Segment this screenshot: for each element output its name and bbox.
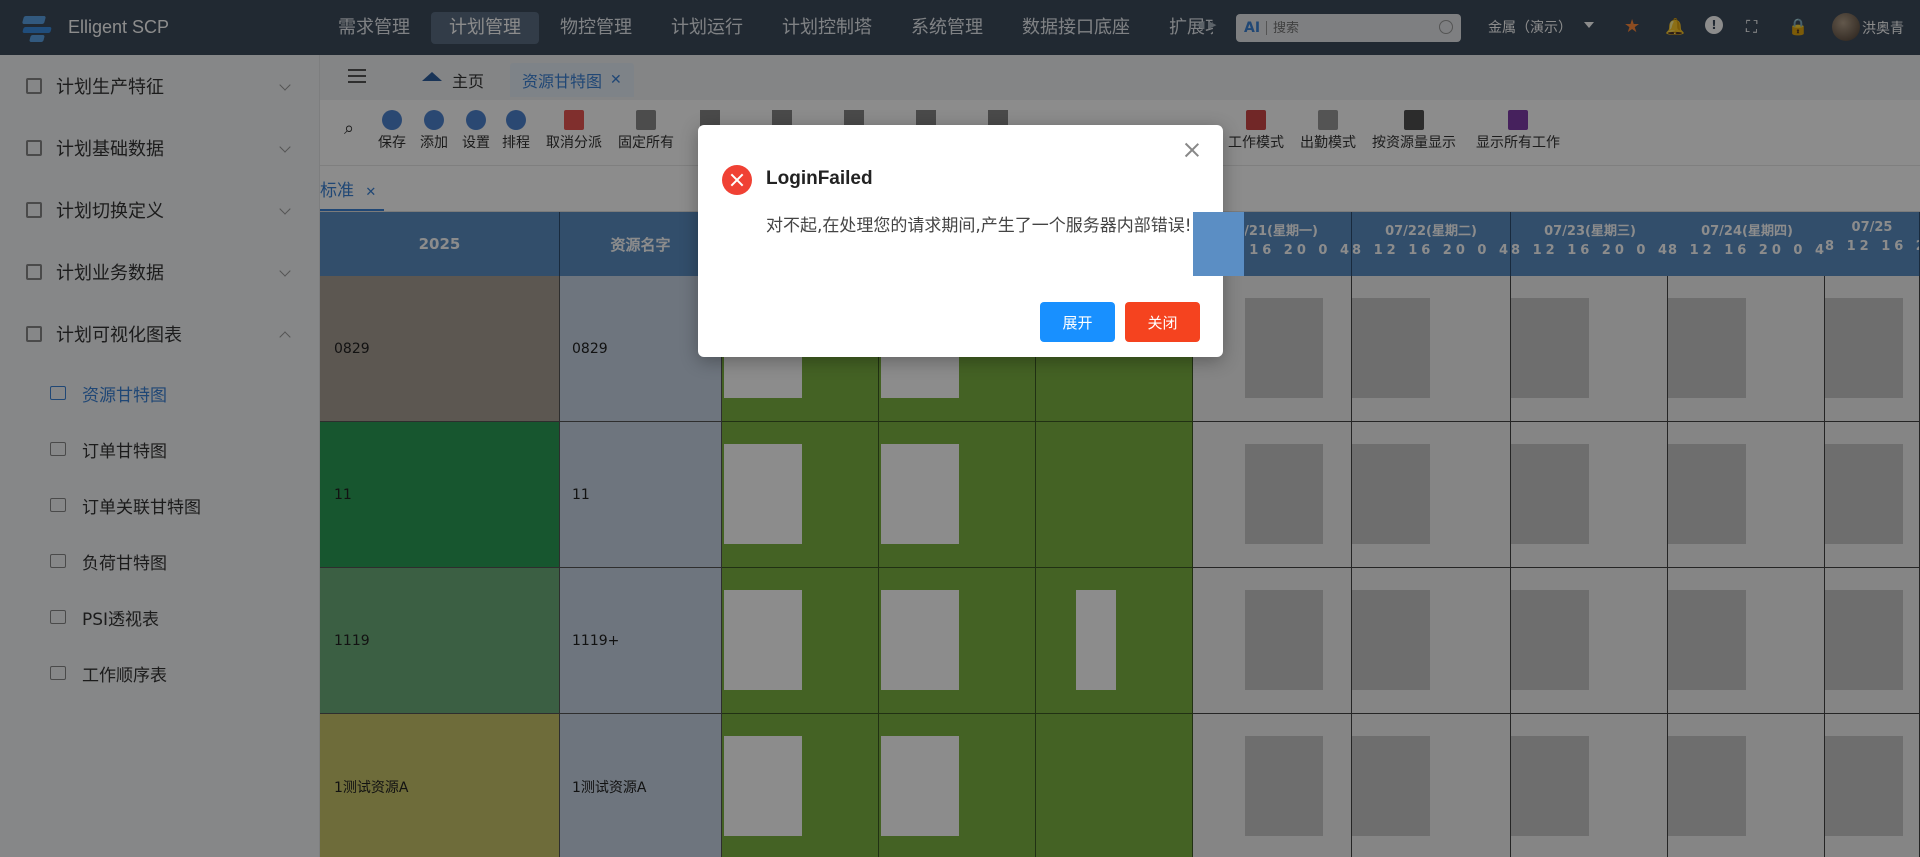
error-dialog: LoginFailed 对不起,在处理您的请求期间,产生了一个服务器内部错误! …	[698, 125, 1223, 357]
close-button[interactable]: 关闭	[1125, 302, 1200, 342]
date-header-partial	[1193, 212, 1245, 276]
error-icon	[722, 165, 752, 195]
dialog-message: 对不起,在处理您的请求期间,产生了一个服务器内部错误!	[766, 216, 1192, 236]
expand-button[interactable]: 展开	[1040, 302, 1115, 342]
close-icon[interactable]	[1183, 141, 1201, 159]
dialog-title: LoginFailed	[766, 168, 873, 189]
